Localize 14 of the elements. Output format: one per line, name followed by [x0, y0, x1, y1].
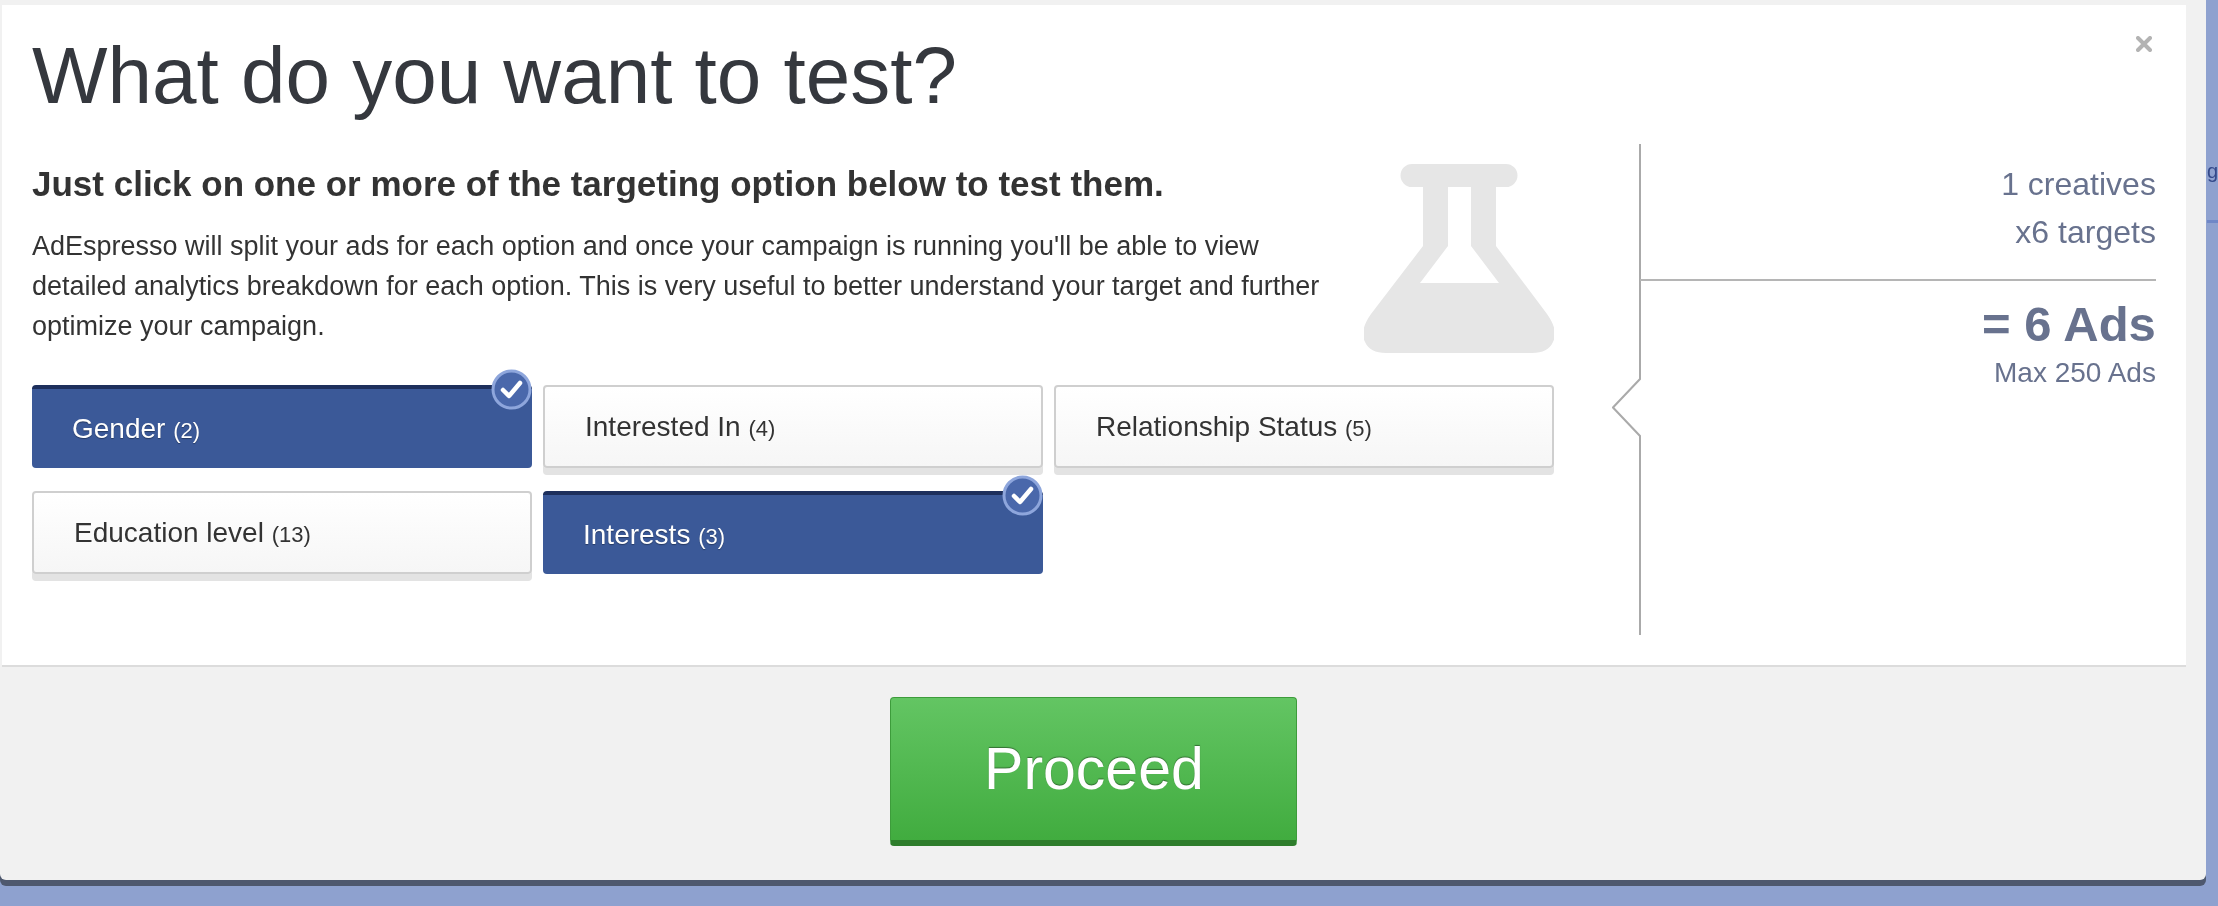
check-icon [491, 369, 532, 410]
targets-count: x6 targets [2014, 213, 2156, 252]
check-icon [1002, 475, 1043, 516]
instruction-heading: Just click on one or more of the targeting option below to test them. [32, 164, 1165, 204]
close-icon [2135, 36, 2152, 52]
flask-icon [1364, 164, 1554, 353]
description-text: AdEspresso will split your ads for each option and once your campaign is running you'll be able to view detailed analytics breakdown for each option. This is very useful to better understand your target and further optimize your campaign. [32, 230, 1321, 343]
targeting-option-button[interactable]: Gender (2) [32, 385, 532, 468]
creatives-count: 1 creatives [2000, 165, 2156, 204]
background-text: g [2206, 159, 2218, 184]
ads-limit: Max 250 Ads [1993, 356, 2156, 390]
close-button[interactable] [2135, 36, 2152, 52]
ads-total: = 6 Ads [1981, 296, 2156, 352]
targeting-option-button[interactable]: Interests (3) [543, 491, 1043, 574]
